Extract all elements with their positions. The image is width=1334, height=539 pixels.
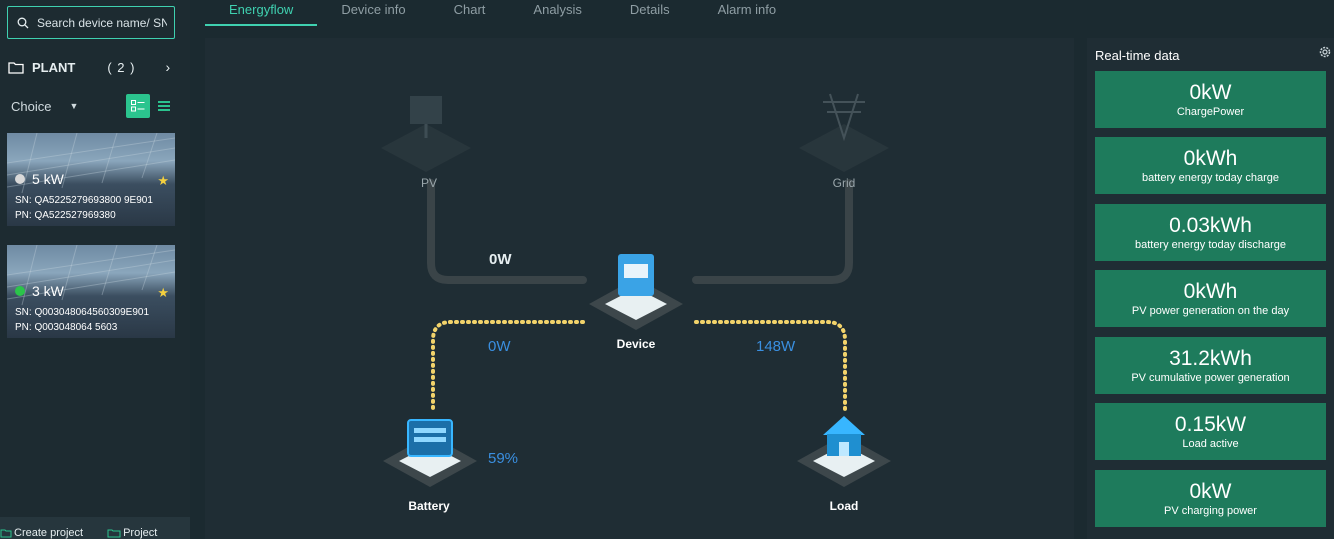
- folder-plus-icon: [0, 529, 12, 538]
- load-flow-line: [694, 320, 847, 412]
- rt-card-pv-charging-power: 0kW PV charging power: [1095, 470, 1326, 527]
- realtime-panel: Real-time data 0kW ChargePower 0kWh batt…: [1087, 38, 1334, 539]
- status-dot: [15, 286, 25, 296]
- load-label: Load: [829, 499, 859, 513]
- device-pn: PN: QA522527969380: [15, 210, 116, 221]
- battery-power: 0W: [488, 338, 511, 355]
- project-button[interactable]: Project: [107, 527, 157, 539]
- tab-chart[interactable]: Chart: [430, 0, 510, 26]
- battery-node: [383, 419, 477, 487]
- pv-grid-power: 0W: [489, 251, 512, 268]
- load-power: 148W: [756, 338, 796, 355]
- create-project-button[interactable]: Create project: [0, 527, 83, 539]
- plant-label: PLANT: [32, 59, 76, 75]
- load-node: [797, 416, 891, 487]
- list-view-button[interactable]: [152, 94, 176, 118]
- search-icon: [17, 17, 29, 28]
- grid-label: Grid: [832, 176, 856, 190]
- folder-icon: [107, 529, 121, 538]
- battery-soc: 59%: [488, 450, 519, 467]
- device-label: Device: [616, 337, 656, 351]
- plant-count: ( 2 ): [107, 59, 136, 75]
- device-sn: SN: Q003048064560309E901: [15, 307, 150, 318]
- device-power: 5 kW: [15, 171, 64, 187]
- star-icon[interactable]: ★: [157, 285, 169, 301]
- battery-flow-line: [431, 320, 585, 410]
- status-dot: [15, 174, 25, 184]
- caret-down-icon[interactable]: ▼: [69, 101, 78, 111]
- folder-icon: [8, 61, 24, 74]
- rt-card-load-active: 0.15kW Load active: [1095, 403, 1326, 460]
- tab-alarm-info[interactable]: Alarm info: [694, 0, 801, 26]
- star-icon[interactable]: ★: [157, 173, 169, 189]
- pv-label: PV: [420, 176, 438, 190]
- energy-flow-panel: PV Grid Device Battery Load 0W 0W 148W 5…: [205, 38, 1074, 539]
- tab-analysis[interactable]: Analysis: [509, 0, 605, 26]
- device-card[interactable]: 3 kW ★ SN: Q003048064560309E901 PN: Q003…: [7, 245, 175, 338]
- rt-card-charge-power: 0kW ChargePower: [1095, 71, 1326, 128]
- sidebar: PLANT ( 2 ) › Choice ▼ 5 kW ★ SN: QA5225…: [0, 0, 190, 539]
- device-sn: SN: QA5225279693800 9E901: [15, 195, 153, 206]
- plant-header[interactable]: PLANT ( 2 ) ›: [8, 57, 183, 77]
- flow-diagram: [381, 93, 891, 487]
- realtime-title: Real-time data: [1095, 48, 1180, 63]
- device-pn: PN: Q003048064 5603: [15, 322, 118, 333]
- rt-card-pv-generation-day: 0kWh PV power generation on the day: [1095, 270, 1326, 327]
- gear-icon[interactable]: [1318, 45, 1332, 59]
- search-input[interactable]: [37, 15, 167, 30]
- chevron-right-icon[interactable]: ›: [165, 59, 170, 75]
- rt-card-battery-charge-today: 0kWh battery energy today charge: [1095, 137, 1326, 194]
- device-power: 3 kW: [15, 283, 64, 299]
- battery-label: Battery: [408, 499, 450, 513]
- device-card[interactable]: 5 kW ★ SN: QA5225279693800 9E901 PN: QA5…: [7, 133, 175, 226]
- rt-card-pv-cumulative: 31.2kWh PV cumulative power generation: [1095, 337, 1326, 394]
- grid-node: [799, 93, 889, 172]
- device-node: [589, 254, 683, 330]
- rt-card-battery-discharge-today: 0.03kWh battery energy today discharge: [1095, 204, 1326, 261]
- card-list-icon: [131, 100, 145, 112]
- tab-energyflow[interactable]: Energyflow: [205, 0, 318, 26]
- list-icon: [158, 101, 171, 111]
- tab-device-info[interactable]: Device info: [317, 0, 429, 26]
- tab-details[interactable]: Details: [606, 0, 694, 26]
- bottom-bar: Create project Project: [0, 517, 190, 539]
- choice-select-label[interactable]: Choice: [11, 99, 51, 114]
- tab-bar: Energyflow Device info Chart Analysis De…: [205, 0, 1334, 26]
- card-view-button[interactable]: [126, 94, 151, 118]
- grid-line: [692, 179, 853, 284]
- choice-row: Choice ▼: [11, 94, 181, 118]
- search-box[interactable]: [7, 6, 175, 39]
- pv-node: [381, 96, 471, 172]
